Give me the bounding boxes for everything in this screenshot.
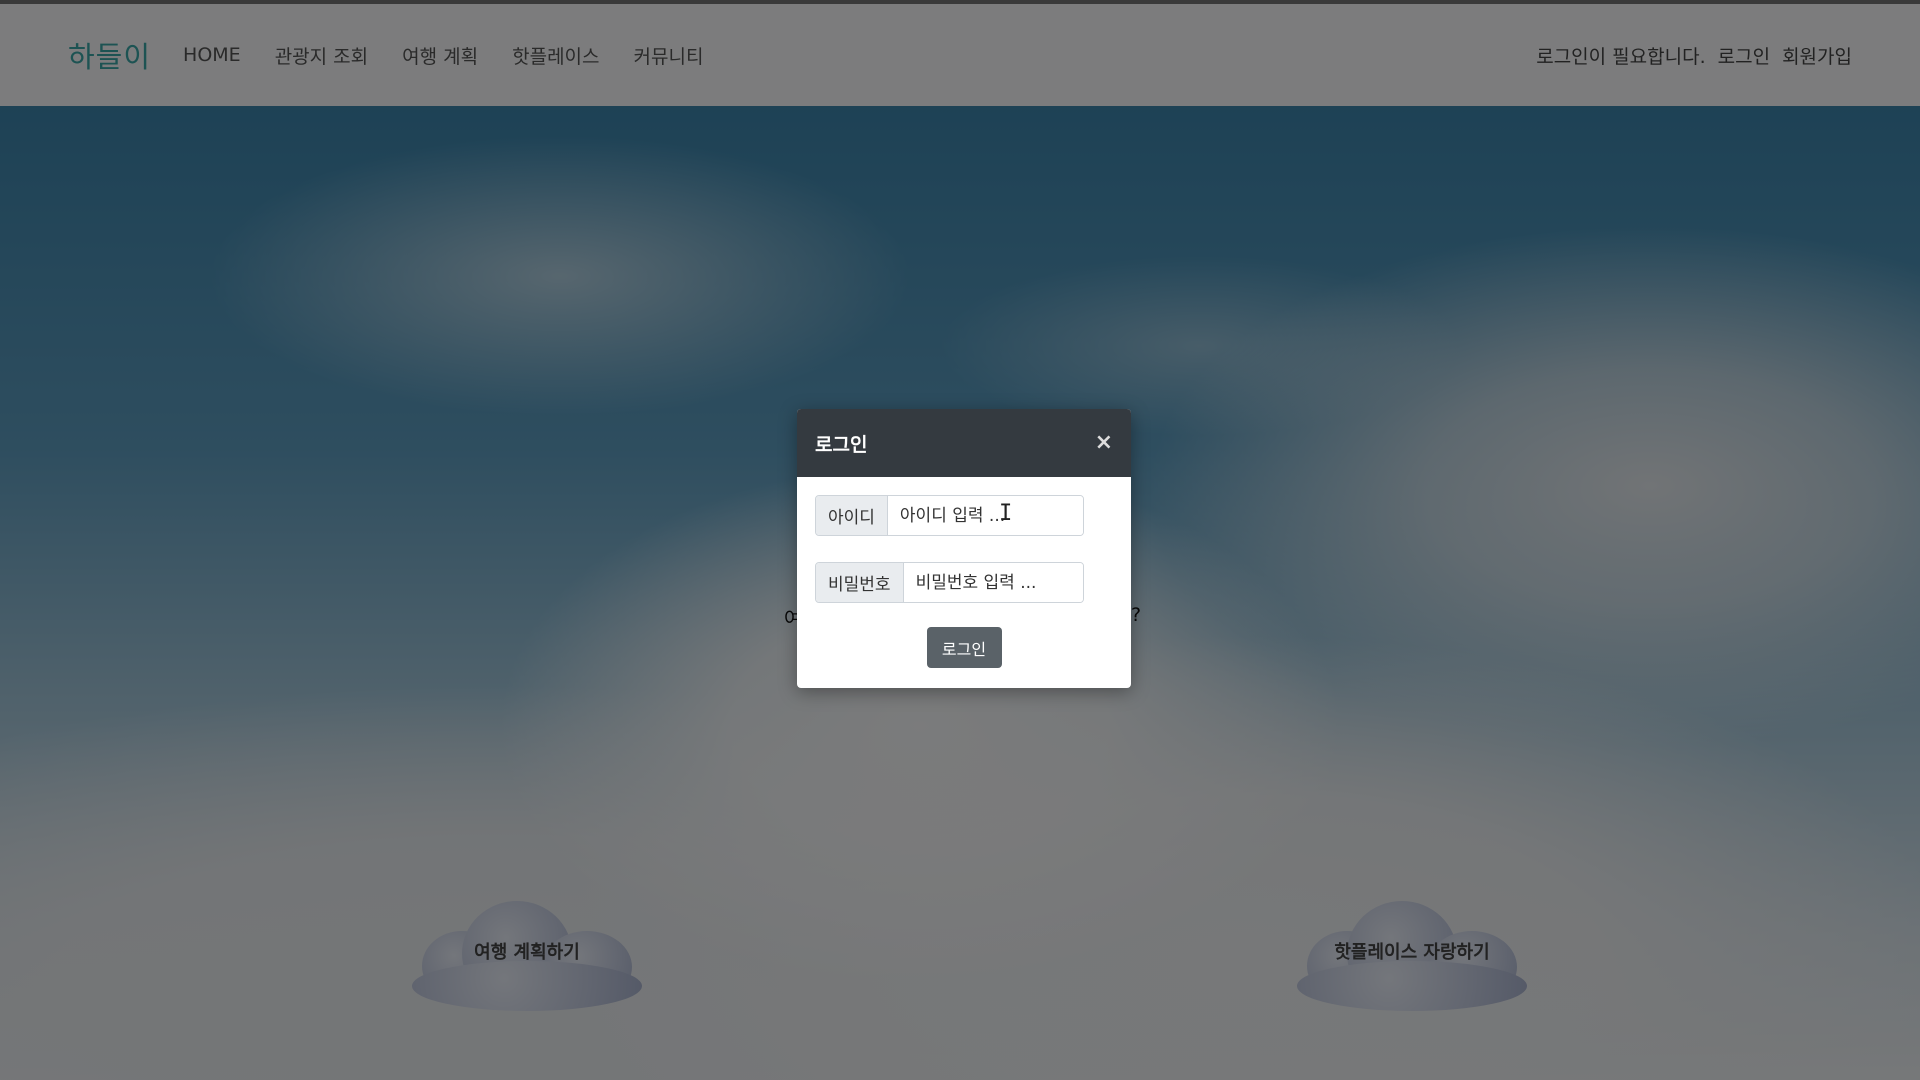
modal-body: 아이디 비밀번호 로그인 — [797, 477, 1131, 668]
login-submit-button[interactable]: 로그인 — [926, 627, 1002, 668]
id-input[interactable] — [887, 496, 1083, 535]
page: 하들이 HOME 관광지 조회 여행 계획 핫플레이스 커뮤니티 로그인이 필요… — [0, 0, 1920, 1080]
hotplace-cloud-label: 핫플레이스 자랑하기 — [1334, 942, 1490, 963]
modal-header: 로그인 × — [797, 409, 1131, 477]
modal-actions: 로그인 — [815, 627, 1113, 668]
id-label: 아이디 — [816, 496, 888, 535]
password-input-group: 비밀번호 — [815, 562, 1084, 603]
text-cursor-icon: I — [999, 501, 1013, 526]
login-modal: 로그인 × 아이디 비밀번호 로그인 — [797, 409, 1131, 688]
password-label: 비밀번호 — [816, 563, 904, 602]
id-input-group: 아이디 — [815, 495, 1084, 536]
modal-title: 로그인 — [815, 433, 868, 456]
close-icon[interactable]: × — [1095, 432, 1113, 454]
trip-plan-cloud-label: 여행 계획하기 — [474, 942, 580, 963]
password-input[interactable] — [903, 563, 1083, 602]
